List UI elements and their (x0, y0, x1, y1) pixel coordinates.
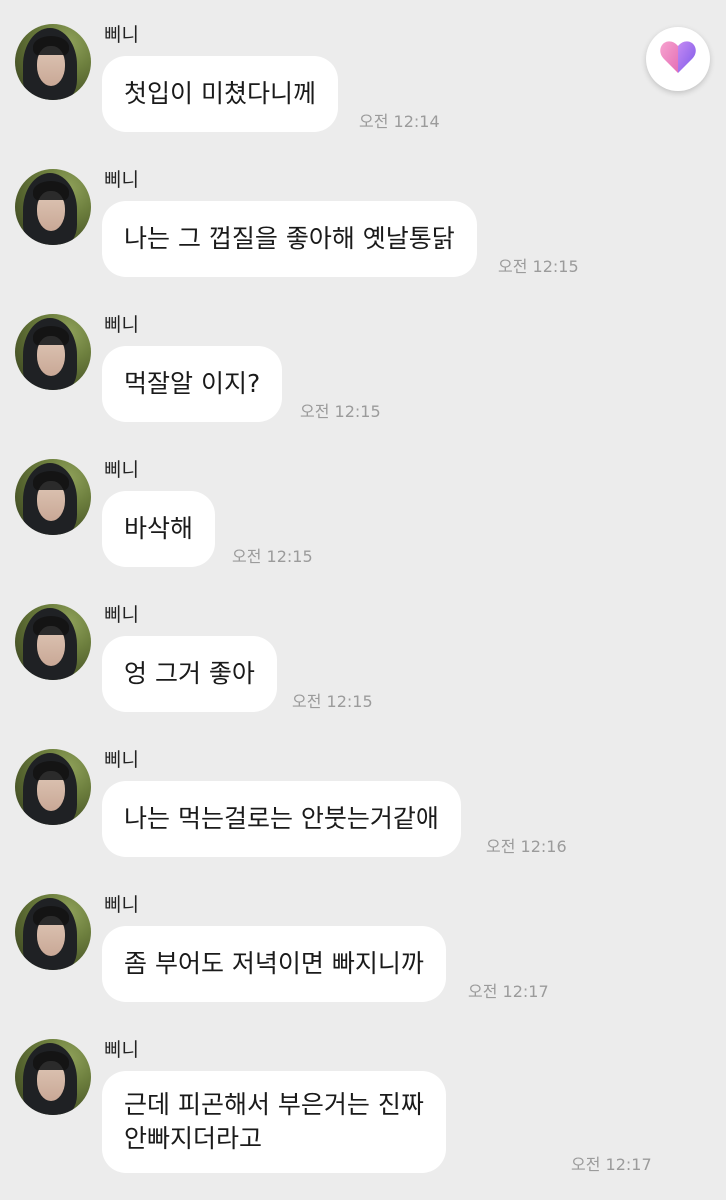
message-bubble[interactable]: 나는 그 껍질을 좋아해 옛날통닭 (102, 201, 477, 277)
message-time: 오전 12:16 (486, 837, 567, 856)
sender-name: 삐니 (104, 894, 139, 916)
sender-name: 삐니 (104, 1039, 139, 1061)
message-bubble[interactable]: 나는 먹는걸로는 안붓는거같애 (102, 781, 461, 857)
message-time: 오전 12:15 (498, 257, 579, 276)
sender-name: 삐니 (104, 749, 139, 771)
message-bubble[interactable]: 좀 부어도 저녁이면 빠지니까 (102, 926, 446, 1002)
chat-thread: 삐니 첫입이 미쳤다니께 오전 12:14 삐니 나는 그 껍질을 좋아해 옛날… (0, 0, 726, 1200)
message-bubble[interactable]: 바삭해 (102, 491, 216, 567)
avatar[interactable] (15, 604, 91, 680)
avatar[interactable] (15, 24, 91, 100)
message-time: 오전 12:15 (232, 547, 313, 566)
avatar[interactable] (15, 894, 91, 970)
sender-name: 삐니 (104, 459, 139, 481)
message-bubble[interactable]: 엉 그거 좋아 (102, 636, 277, 712)
avatar[interactable] (15, 749, 91, 825)
message-time: 오전 12:17 (571, 1155, 652, 1174)
avatar[interactable] (15, 314, 91, 390)
sender-name: 삐니 (104, 604, 139, 626)
heart-button[interactable] (646, 27, 710, 91)
message-bubble[interactable]: 먹잘알 이지? (102, 346, 283, 422)
avatar[interactable] (15, 1039, 91, 1115)
message-time: 오전 12:17 (468, 982, 549, 1001)
heart-icon (658, 39, 698, 79)
avatar[interactable] (15, 169, 91, 245)
sender-name: 삐니 (104, 314, 139, 336)
sender-name: 삐니 (104, 24, 139, 46)
message-time: 오전 12:14 (359, 112, 440, 131)
message-time: 오전 12:15 (292, 692, 373, 711)
message-bubble[interactable]: 근데 피곤해서 부은거는 진짜 안빠지더라고 (102, 1071, 446, 1173)
avatar[interactable] (15, 459, 91, 535)
message-time: 오전 12:15 (300, 402, 381, 421)
message-bubble[interactable]: 첫입이 미쳤다니께 (102, 56, 338, 132)
sender-name: 삐니 (104, 169, 139, 191)
